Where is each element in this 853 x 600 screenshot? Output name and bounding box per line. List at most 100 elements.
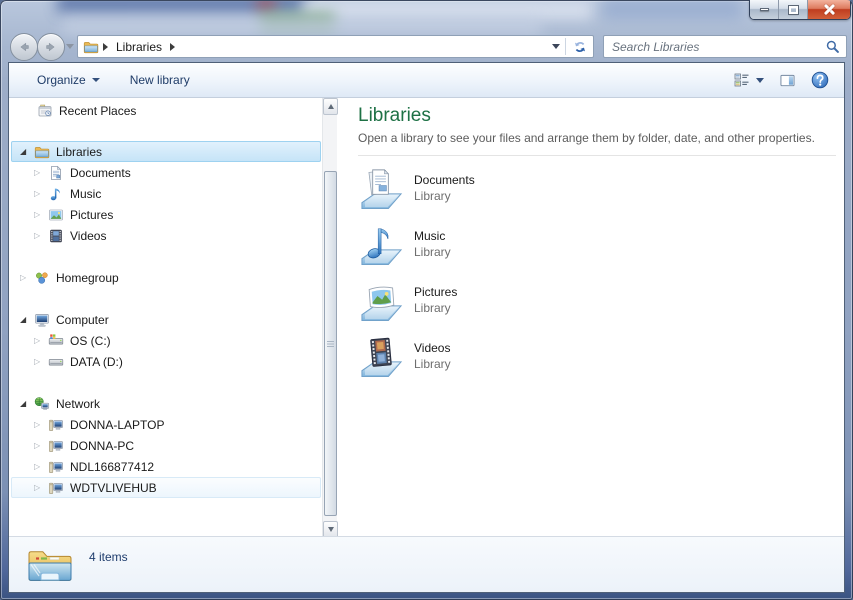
minimize-icon <box>759 8 769 11</box>
expander-icon[interactable]: ◢ <box>20 147 34 156</box>
views-icon <box>734 72 750 88</box>
sidebar-item-videos[interactable]: ▷ Videos <box>11 225 321 246</box>
change-view-button[interactable] <box>734 72 764 88</box>
page-title: Libraries <box>358 105 431 126</box>
forward-button[interactable] <box>37 33 65 61</box>
scrollbar-thumb[interactable] <box>324 171 337 516</box>
sidebar-item-computer[interactable]: ◢ Computer <box>11 309 321 330</box>
network-computer-icon <box>48 480 64 496</box>
library-item-videos[interactable]: Videos Library <box>358 332 844 388</box>
search-icon[interactable] <box>825 39 840 54</box>
expander-icon[interactable]: ▷ <box>20 273 34 282</box>
breadcrumb-arrow-icon[interactable] <box>103 42 108 51</box>
os-drive-icon <box>48 333 64 349</box>
homegroup-icon <box>34 270 50 286</box>
pictures-icon <box>48 207 64 223</box>
videos-library-icon <box>358 332 405 379</box>
library-name: Documents <box>414 173 475 187</box>
refresh-button[interactable] <box>566 36 593 57</box>
expander-icon[interactable]: ▷ <box>34 483 48 492</box>
minimize-button[interactable] <box>750 0 779 19</box>
sidebar-item-label: Network <box>56 396 101 411</box>
sidebar-item-label: WDTVLIVEHUB <box>70 480 157 495</box>
close-button[interactable] <box>808 0 850 19</box>
details-pane: 4 items <box>9 536 844 592</box>
divider <box>358 155 836 156</box>
breadcrumb-arrow-icon[interactable] <box>170 42 176 51</box>
sidebar-item-label: Libraries <box>56 144 103 159</box>
sidebar-item-label: Computer <box>56 312 109 327</box>
search-box <box>603 35 847 58</box>
recent-pages-chevron-icon[interactable] <box>66 44 74 49</box>
command-toolbar: Organize New library <box>9 63 844 98</box>
expander-icon[interactable]: ▷ <box>34 189 48 198</box>
sidebar-item-label: Homegroup <box>56 270 119 285</box>
computer-icon <box>34 312 50 328</box>
address-bar[interactable]: Libraries <box>77 35 594 58</box>
search-input[interactable] <box>604 39 825 54</box>
scroll-up-button[interactable] <box>323 98 338 115</box>
expander-icon[interactable]: ◢ <box>20 399 34 408</box>
library-type: Library <box>414 301 451 315</box>
back-button[interactable] <box>10 33 38 61</box>
preview-pane-button[interactable] <box>779 73 796 88</box>
forward-arrow-icon <box>43 39 59 55</box>
expander-icon[interactable]: ▷ <box>34 231 48 240</box>
documents-library-icon <box>358 164 405 211</box>
network-computer-icon <box>48 459 64 475</box>
library-item-pictures[interactable]: Pictures Library <box>358 276 844 332</box>
expander-icon[interactable]: ▷ <box>34 168 48 177</box>
sidebar-item-libraries[interactable]: ◢ Libraries <box>11 141 321 162</box>
maximize-icon <box>787 4 799 15</box>
sidebar-item-label: Videos <box>70 228 107 243</box>
library-name: Pictures <box>414 285 458 299</box>
help-button[interactable] <box>811 71 829 89</box>
back-arrow-icon <box>16 39 32 55</box>
sidebar-item-music[interactable]: ▷ Music <box>11 183 321 204</box>
expander-icon[interactable]: ▷ <box>34 462 48 471</box>
expander-icon[interactable]: ▷ <box>34 336 48 345</box>
caption-buttons <box>749 0 851 20</box>
library-item-documents[interactable]: Documents Library <box>358 164 844 220</box>
expander-icon[interactable]: ▷ <box>34 420 48 429</box>
sidebar-item-label: DONNA-PC <box>70 438 135 453</box>
expander-icon[interactable]: ▷ <box>34 357 48 366</box>
client-area: Organize New library Recent Places ◢ Lib… <box>8 62 845 593</box>
network-computer-icon <box>48 438 64 454</box>
glass-blur-blob <box>260 13 335 29</box>
maximize-button[interactable] <box>779 0 808 19</box>
sidebar-item-label: DONNA-LAPTOP <box>70 417 165 432</box>
library-type: Library <box>414 357 451 371</box>
organize-button[interactable]: Organize <box>31 69 106 91</box>
sidebar-item-wdtvlivehub[interactable]: ▷ WDTVLIVEHUB <box>11 477 321 498</box>
sidebar-item-donna-pc[interactable]: ▷ DONNA-PC <box>11 435 321 456</box>
new-library-button[interactable]: New library <box>124 69 196 91</box>
library-name: Videos <box>414 341 451 355</box>
sidebar-item-network[interactable]: ◢ Network <box>11 393 321 414</box>
sidebar-scrollbar[interactable] <box>322 98 338 538</box>
sidebar-item-documents[interactable]: ▷ Documents <box>11 162 321 183</box>
sidebar-item-label: Documents <box>70 165 131 180</box>
library-type: Library <box>414 189 451 203</box>
sidebar-item-os-c[interactable]: ▷ OS (C:) <box>11 330 321 351</box>
network-icon <box>34 396 50 412</box>
breadcrumb-crumb-libraries[interactable]: Libraries <box>112 40 166 54</box>
glass-blur-blob <box>57 1 307 13</box>
expander-icon[interactable]: ▷ <box>34 441 48 450</box>
libraries-folder-icon <box>83 39 99 55</box>
sidebar-item-pictures[interactable]: ▷ Pictures <box>11 204 321 225</box>
library-item-music[interactable]: Music Library <box>358 220 844 276</box>
sidebar-item-donna-laptop[interactable]: ▷ DONNA-LAPTOP <box>11 414 321 435</box>
expander-icon[interactable]: ▷ <box>34 210 48 219</box>
navigation-pane: Recent Places ◢ Libraries ▷ Documents ▷ … <box>9 98 322 538</box>
folder-icon <box>26 541 74 589</box>
address-dropdown-button[interactable] <box>547 44 565 49</box>
music-library-icon <box>358 220 405 267</box>
sidebar-item-recent-places[interactable]: Recent Places <box>11 100 321 121</box>
sidebar-item-label: Recent Places <box>59 103 137 118</box>
sidebar-item-data-d[interactable]: ▷ DATA (D:) <box>11 351 321 372</box>
sidebar-item-homegroup[interactable]: ▷ Homegroup <box>11 267 321 288</box>
library-name: Music <box>414 229 446 243</box>
expander-icon[interactable]: ◢ <box>20 315 34 324</box>
sidebar-item-ndl166877412[interactable]: ▷ NDL166877412 <box>11 456 321 477</box>
